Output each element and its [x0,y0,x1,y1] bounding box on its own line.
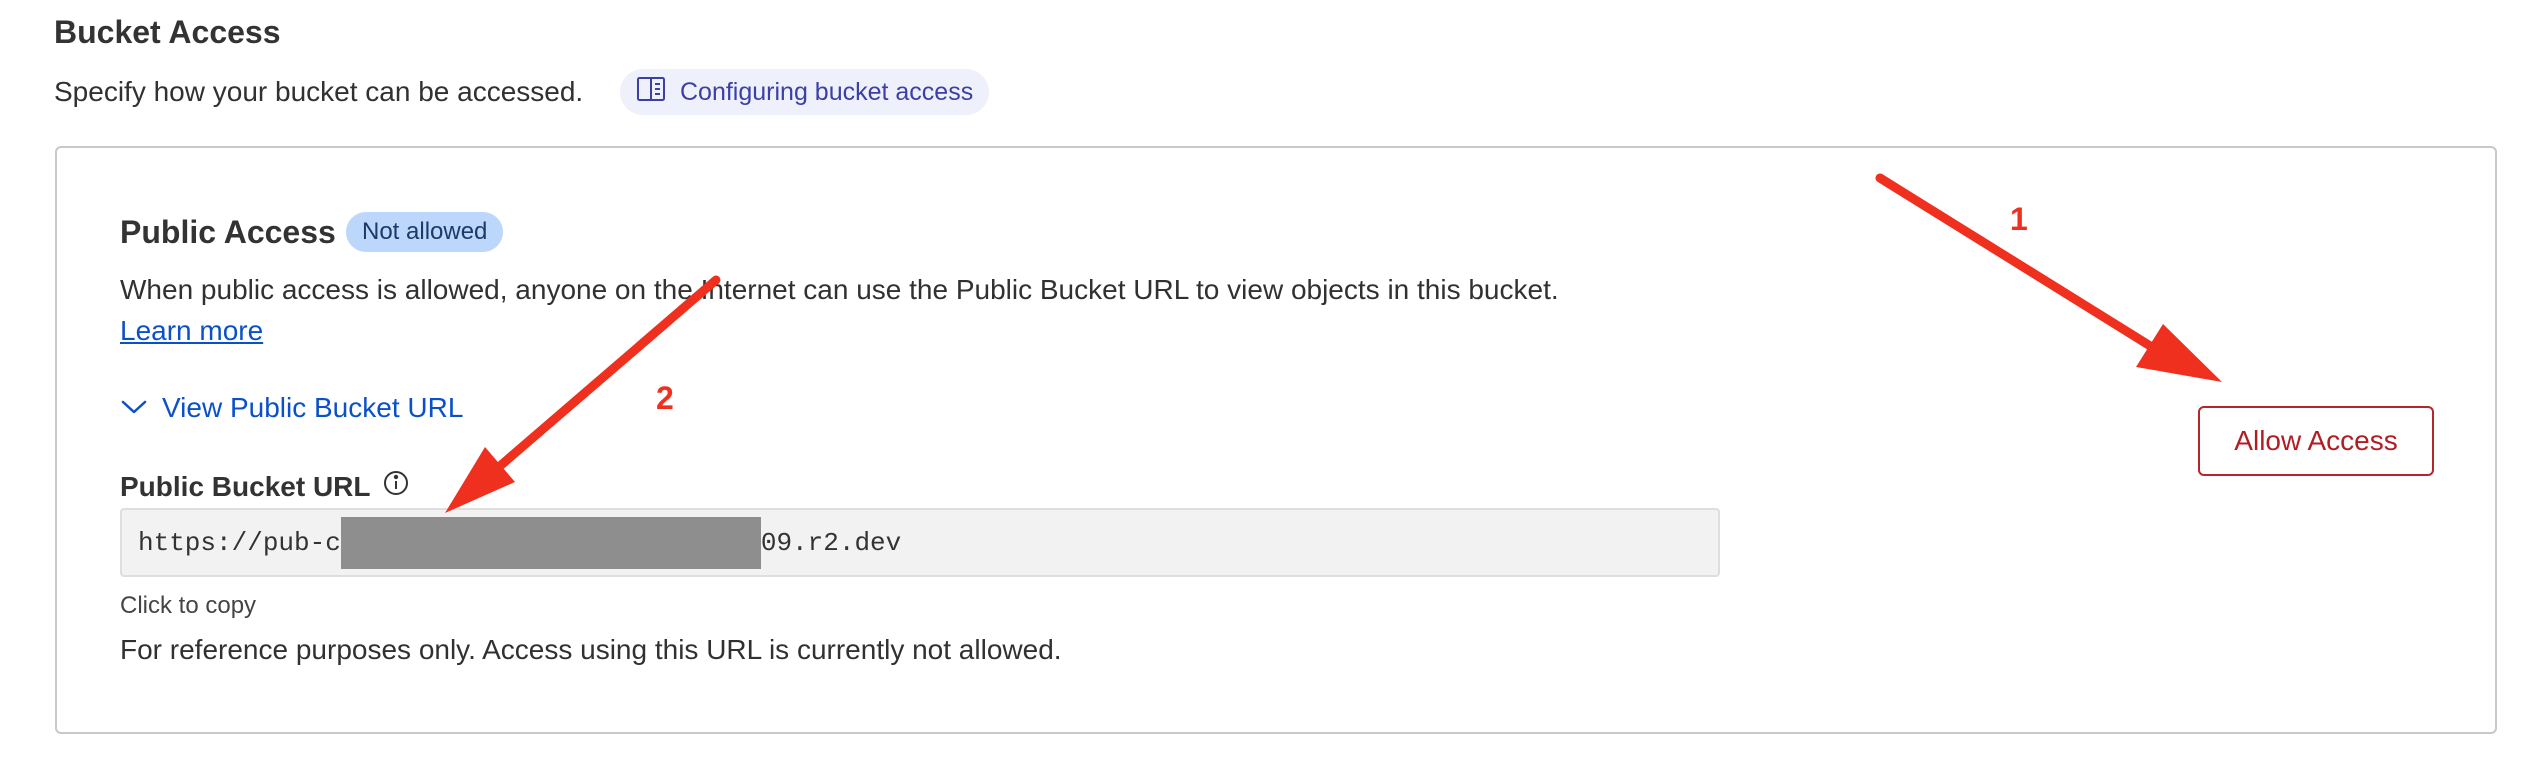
public-access-title: Public Access [120,214,336,250]
section-title: Bucket Access [54,14,281,50]
status-badge: Not allowed [346,212,504,252]
allow-access-button[interactable]: Allow Access [2198,406,2434,476]
book-icon [636,75,666,110]
chevron-down-icon [120,392,148,424]
view-public-bucket-url-toggle[interactable]: View Public Bucket URL [120,392,463,424]
public-bucket-url-label: Public Bucket URL [120,469,410,504]
url-prefix: https://pub-c [138,527,341,558]
click-to-copy-hint: Click to copy [120,592,257,619]
url-suffix: 09.r2.dev [760,527,902,558]
configuring-bucket-access-label: Configuring bucket access [680,77,974,106]
public-bucket-url-label-text: Public Bucket URL [120,470,371,502]
configuring-bucket-access-link[interactable]: Configuring bucket access [620,69,990,115]
view-public-bucket-url-label: View Public Bucket URL [162,392,464,423]
public-access-description: When public access is allowed, anyone on… [120,274,1559,305]
public-bucket-url-field[interactable]: https://pub-c 09.r2.dev [120,508,1720,577]
redaction-block [340,516,761,569]
info-icon[interactable] [382,469,410,504]
learn-more-link[interactable]: Learn more [120,315,263,347]
section-description: Specify how your bucket can be accessed. [54,76,584,107]
reference-note: For reference purposes only. Access usin… [120,634,1062,665]
